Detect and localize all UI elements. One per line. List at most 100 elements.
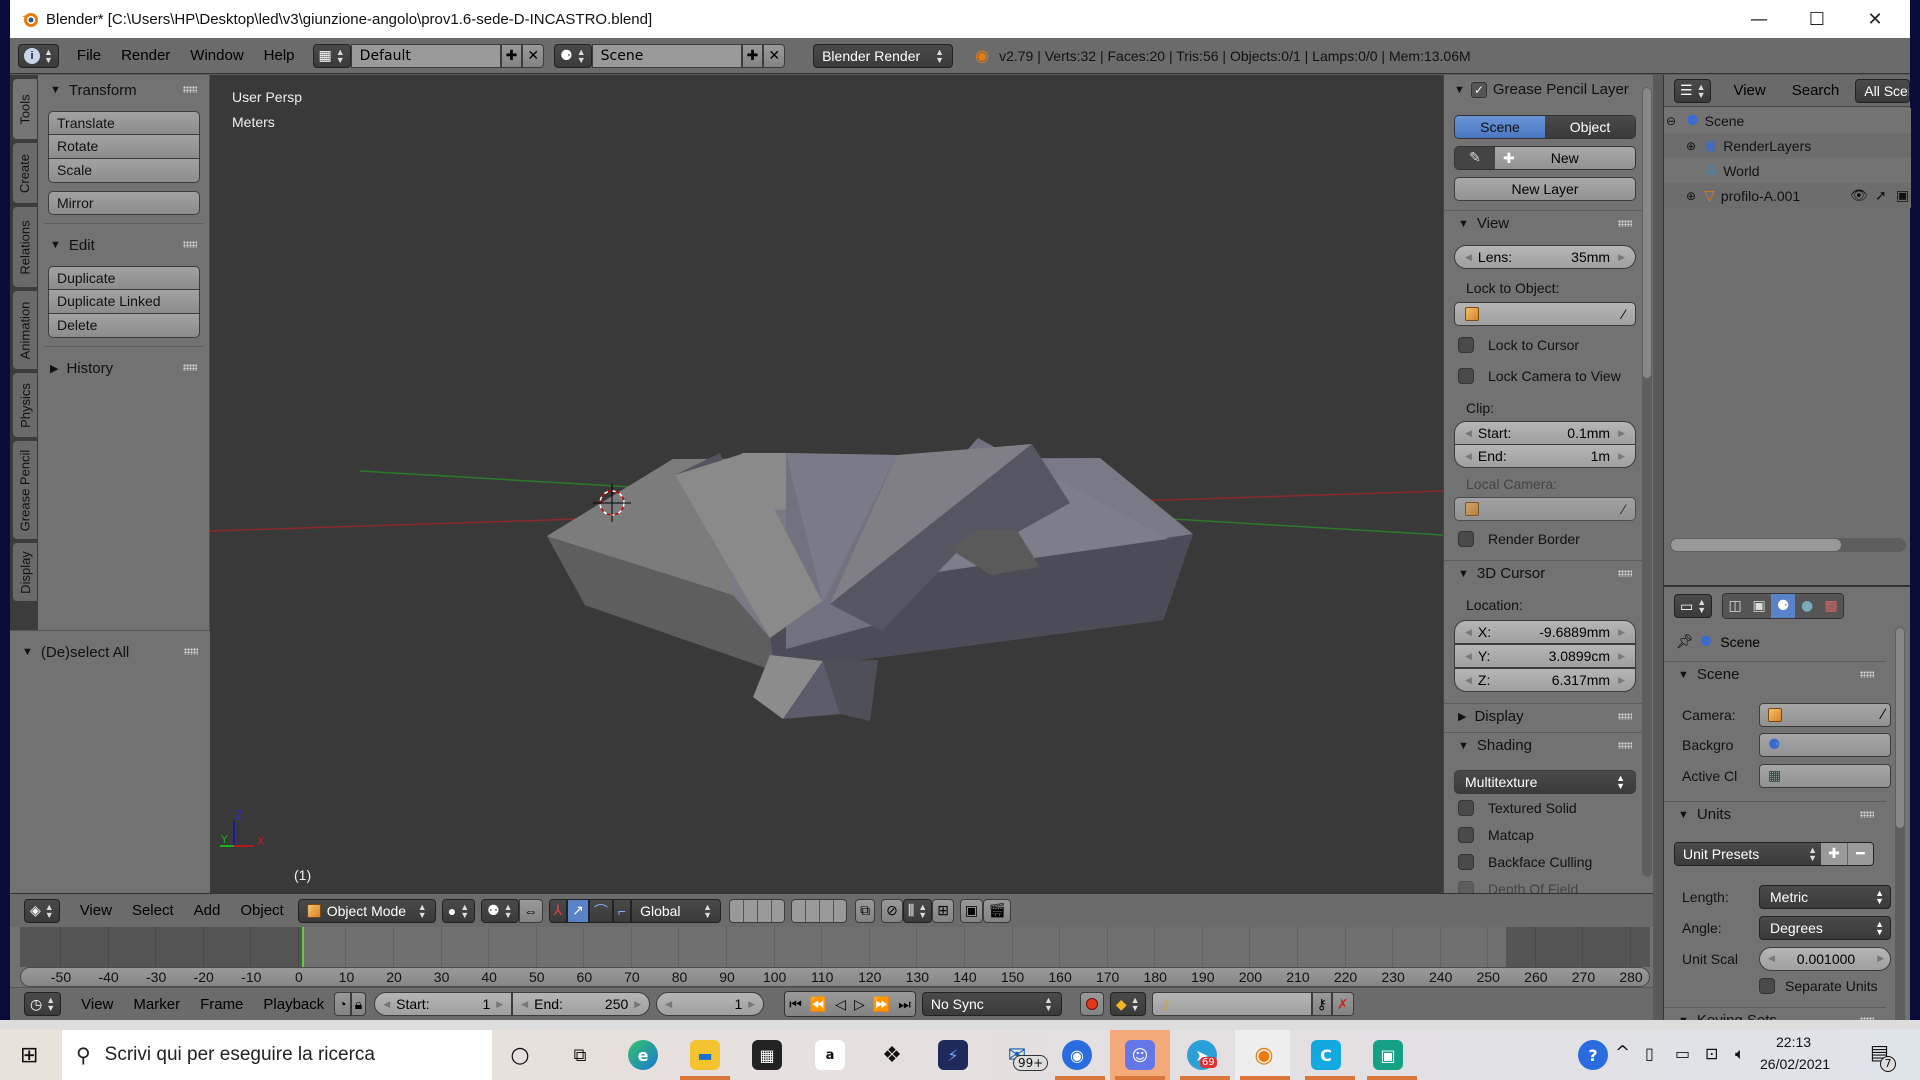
network-icon[interactable]: ⊡ <box>1705 1044 1718 1063</box>
current-frame-field[interactable]: ◀ 1 ▶ <box>656 992 765 1016</box>
outliner-item-renderlayers[interactable]: ⊕ ▣ RenderLayers <box>1664 133 1911 158</box>
remove-preset-button[interactable]: ━ <box>1847 843 1873 865</box>
deselect-all-panel-header[interactable]: ▼ (De)select All <box>10 639 210 665</box>
edge-icon[interactable]: e <box>628 1040 658 1070</box>
menu-file[interactable]: File <box>67 47 111 64</box>
menu-help[interactable]: Help <box>254 47 305 64</box>
show-hidden-icons-chevron[interactable]: ^ <box>1615 1042 1630 1063</box>
3d-menu-view[interactable]: View <box>70 902 122 919</box>
lock-range-icon[interactable]: 🔒︎ <box>350 992 367 1016</box>
timeline-area[interactable] <box>20 927 1650 967</box>
active-keying-set-field[interactable]: ⚷ <box>1151 992 1312 1016</box>
mirror-button[interactable]: Mirror <box>48 191 200 215</box>
opengl-animation-icon[interactable]: 🎬︎ <box>983 898 1011 923</box>
3d-menu-object[interactable]: Object <box>230 902 293 919</box>
tab-display[interactable]: Display <box>13 543 37 601</box>
jump-to-next-keyframe-icon[interactable]: ⏩ <box>868 992 895 1016</box>
delete-layout-button[interactable]: ✕ <box>522 43 545 68</box>
volume-icon[interactable]: 🔈︎ <box>1735 1044 1745 1064</box>
grease-pencil-panel-header[interactable]: ▼ ✓ Grease Pencil Layer <box>1454 81 1629 98</box>
properties-editor-type[interactable]: ▭ ▲ ▼ <box>1674 594 1713 618</box>
clock-time[interactable]: 22:13 <box>1776 1034 1811 1050</box>
blender-taskbar-icon[interactable]: ◉ <box>1249 1040 1279 1070</box>
3d-cursor-panel-header[interactable]: ▼ 3D Cursor <box>1444 560 1644 586</box>
scene-selector[interactable]: ⚈ ▲ ▼ <box>554 43 592 68</box>
meet-now-icon[interactable]: ▯ <box>1645 1044 1654 1063</box>
expand-icon[interactable]: ⊕ <box>1686 139 1696 153</box>
unit-presets-dropdown[interactable]: Unit Presets ▲ ▼ <box>1675 843 1821 865</box>
discord-icon[interactable]: ☺ <box>1125 1040 1155 1070</box>
visual-studio-icon[interactable]: ⚡ <box>938 1040 968 1070</box>
viewport-canvas[interactable]: Z X Y <box>210 75 1443 893</box>
drag-handle-icon[interactable] <box>1618 713 1632 720</box>
firefox-icon[interactable]: ◉ <box>1062 1040 1092 1070</box>
pin-icon[interactable]: 📌︎ <box>1676 633 1694 650</box>
jump-to-start-icon[interactable]: ⏮ <box>785 992 806 1016</box>
auto-keying-record-icon[interactable] <box>1079 992 1104 1016</box>
clip-start-field[interactable]: ◀ Start: 0.1mm ▶ <box>1454 421 1636 445</box>
minimize-button[interactable]: — <box>1730 0 1788 38</box>
tab-create[interactable]: Create <box>13 143 37 203</box>
manipulate-centers-button[interactable]: ⇔ <box>518 898 543 923</box>
editor-type-timeline[interactable]: ◷ ▲ ▼ <box>24 992 62 1016</box>
textured-solid-checkbox[interactable]: Textured Solid <box>1458 800 1577 816</box>
playhead[interactable] <box>301 927 304 967</box>
battery-icon[interactable]: ▭ <box>1675 1044 1690 1063</box>
cursor-x-field[interactable]: ◀ X: -9.6889mm ▶ <box>1454 620 1636 644</box>
scale-button[interactable]: Scale <box>48 159 200 183</box>
manipulator-toggle-icon[interactable]: ⅄ <box>548 898 568 923</box>
new-gp-button[interactable]: ✚ New <box>1495 147 1635 169</box>
outliner-editor-type[interactable]: ☰ ▲ ▼ <box>1674 78 1712 103</box>
grease-pencil-checkbox[interactable]: ✓ <box>1470 81 1487 98</box>
timeline-menu-frame[interactable]: Frame <box>190 996 253 1013</box>
lock-to-cursor-checkbox[interactable]: Lock to Cursor <box>1458 337 1579 353</box>
transform-orientation-dropdown[interactable]: Global ▲ ▼ <box>631 898 722 923</box>
view-panel-header[interactable]: ▼ View <box>1444 210 1644 236</box>
outliner-h-scrollbar[interactable] <box>1670 538 1906 552</box>
drag-handle-icon[interactable] <box>183 86 197 93</box>
timeline-menu-view[interactable]: View <box>71 996 123 1013</box>
layers-group-1[interactable] <box>729 898 786 923</box>
scene-field[interactable]: Scene <box>591 43 742 68</box>
snap-element-dropdown[interactable]: ⫼ ▲ ▼ <box>902 898 933 923</box>
drag-handle-icon[interactable] <box>1618 742 1632 749</box>
translate-button[interactable]: Translate <box>48 111 200 135</box>
delete-button[interactable]: Delete <box>48 314 200 338</box>
units-panel-header[interactable]: ▼ Units <box>1664 801 1886 827</box>
outliner-menu-search[interactable]: Search <box>1782 82 1850 99</box>
jump-to-end-icon[interactable]: ⏭ <box>894 992 915 1016</box>
tab-animation[interactable]: Animation <box>13 291 37 369</box>
active-clip-field[interactable]: ▦ <box>1759 764 1891 788</box>
editor-type-info-button[interactable]: i ▲ ▼ <box>18 43 59 68</box>
scale-manipulator-icon[interactable]: ⌐ <box>612 898 632 923</box>
play-icon[interactable]: ▷ <box>850 992 869 1016</box>
mesh-object[interactable] <box>547 438 1193 721</box>
frame-ruler[interactable]: -50 -40 -30 -20 -10 0 10 20 30 40 50 60 70 80 90 100 110… <box>20 967 1650 987</box>
3d-viewport[interactable]: Z X Y User Persp Meters (1) <box>210 75 1443 893</box>
render-tab-icon[interactable]: ◫ <box>1723 594 1748 618</box>
drag-handle-icon[interactable] <box>183 364 197 371</box>
3d-menu-add[interactable]: Add <box>184 902 231 919</box>
start-frame-field[interactable]: ◀ Start: 1 ▶ <box>374 992 513 1016</box>
drag-handle-icon[interactable] <box>1860 811 1874 818</box>
close-button[interactable]: ✕ <box>1846 0 1904 38</box>
duplicate-linked-button[interactable]: Duplicate Linked <box>48 290 200 314</box>
outliner-menu-view[interactable]: View <box>1723 82 1775 99</box>
eyedropper-icon[interactable]: ⁄ <box>1623 306 1625 322</box>
preview-range-icon[interactable]: ◔ <box>334 992 351 1016</box>
snap-toggle-icon[interactable]: ⊞ <box>932 898 954 923</box>
npanel-scrollbar[interactable] <box>1642 87 1652 877</box>
outliner-item-scene[interactable]: ⊖ ⚈ Scene <box>1664 108 1911 133</box>
add-preset-button[interactable]: ✚ <box>1821 843 1847 865</box>
help-icon[interactable]: ? <box>1578 1040 1608 1070</box>
green-app-icon[interactable]: ▣ <box>1373 1040 1403 1070</box>
collapse-icon[interactable]: ⊖ <box>1666 114 1676 128</box>
visibility-eye-icon[interactable]: 👁︎ <box>1850 187 1868 204</box>
transform-panel-header[interactable]: ▼ Transform <box>38 77 209 103</box>
lock-to-object-field[interactable]: ⁄ <box>1454 302 1636 326</box>
menu-render[interactable]: Render <box>111 47 180 64</box>
keying-mode-dropdown[interactable]: ◆ ▲ ▼ <box>1109 992 1146 1016</box>
timeline-menu-playback[interactable]: Playback <box>253 996 334 1013</box>
lock-layers-icon[interactable]: ⧉ <box>855 898 876 923</box>
separate-units-checkbox[interactable]: Separate Units <box>1759 978 1878 994</box>
